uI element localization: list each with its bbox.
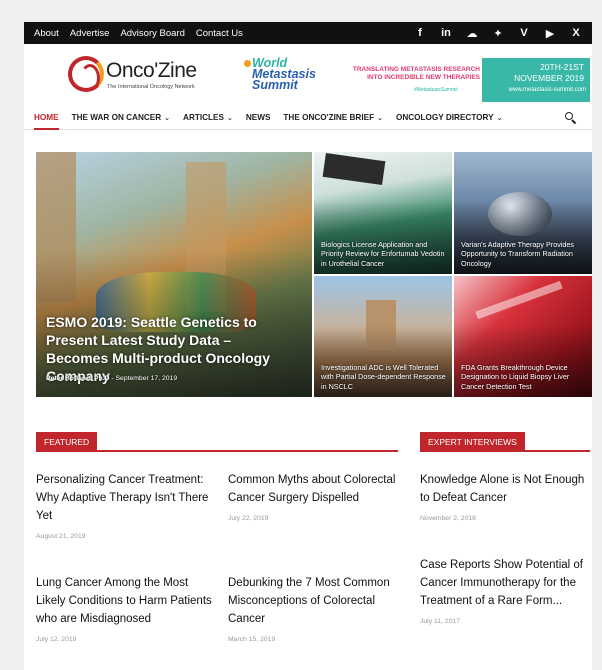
article-date: July 12, 2019 — [36, 636, 77, 643]
nav-item-label: ARTICLES — [183, 113, 224, 122]
article-title[interactable]: Common Myths about Colorectal Cancer Sur… — [228, 471, 404, 507]
nav-item-home[interactable]: HOME — [34, 106, 59, 130]
logo-mark-icon — [68, 56, 104, 92]
site-logo[interactable]: Onco'Zine The International Oncology Net… — [68, 56, 208, 96]
featured-main-date: September 17, 2019 — [115, 375, 178, 382]
nav-item-label: THE ONCO'ZINE BRIEF — [283, 113, 375, 122]
image-tube — [475, 280, 563, 320]
banner-tagline-line-2: INTO INCREDIBLE NEW THERAPIES — [367, 74, 480, 81]
banner-date-line-2: NOVEMBER 2019 — [514, 73, 584, 83]
expert-article-2[interactable]: Case Reports Show Potential of Cancer Im… — [420, 556, 590, 625]
ad-banner[interactable]: World Metastasis Summit TRANSLATING META… — [242, 57, 590, 102]
grid-tile-1-title[interactable]: Biologics License Application and Priori… — [321, 240, 446, 269]
top-link-advertise[interactable]: Advertise — [70, 28, 110, 39]
article-title[interactable]: Personalizing Cancer Treatment: Why Adap… — [36, 471, 216, 525]
page: About Advertise Advisory Board Contact U… — [24, 22, 592, 670]
top-link-advisory-board[interactable]: Advisory Board — [120, 28, 184, 39]
featured-section-header: FEATURED — [36, 432, 398, 452]
main-nav: HOME THE WAR ON CANCER ⌄ ARTICLES ⌄ NEWS T… — [24, 106, 592, 130]
article-title[interactable]: Debunking the 7 Most Common Misconceptio… — [228, 574, 404, 628]
banner-date-box: 20TH-21ST NOVEMBER 2019 www.metastasis-s… — [482, 58, 590, 102]
nav-item-label: ONCOLOGY DIRECTORY — [395, 113, 494, 122]
featured-article-3[interactable]: Lung Cancer Among the Most Likely Condit… — [36, 574, 216, 643]
nav-item-label: HOME — [34, 113, 59, 122]
event-logo-text: World Metastasis Summit — [252, 57, 316, 92]
expert-section-label[interactable]: EXPERT INTERVIEWS — [420, 432, 525, 452]
article-date: March 15, 2019 — [228, 636, 276, 643]
grid-tile-4-title[interactable]: FDA Grants Breakthrough Device Designati… — [461, 363, 586, 392]
top-links: About Advertise Advisory Board Contact U… — [34, 28, 243, 39]
expert-article-1[interactable]: Knowledge Alone is Not Enough to Defeat … — [420, 471, 590, 522]
top-link-about[interactable]: About — [34, 28, 59, 39]
top-link-contact-us[interactable]: Contact Us — [196, 28, 243, 39]
banner-url: www.metastasis-summit.com — [508, 87, 586, 93]
featured-article-1[interactable]: Personalizing Cancer Treatment: Why Adap… — [36, 471, 216, 540]
article-title[interactable]: Case Reports Show Potential of Cancer Im… — [420, 556, 590, 610]
vimeo-icon[interactable]: V — [518, 27, 530, 39]
grid-tile-2[interactable]: Varian's Adaptive Therapy Provides Oppor… — [454, 152, 592, 274]
featured-section-label[interactable]: FEATURED — [36, 432, 98, 452]
twitter-icon[interactable]: ✦ — [492, 27, 504, 40]
site-header: Onco'Zine The International Oncology Net… — [24, 44, 592, 106]
featured-article-2[interactable]: Common Myths about Colorectal Cancer Sur… — [228, 471, 404, 522]
banner-hashtag: #MetastasisSummit — [414, 87, 458, 93]
grid-tile-4[interactable]: FDA Grants Breakthrough Device Designati… — [454, 276, 592, 397]
search-icon-handle — [571, 119, 577, 125]
image-sign — [322, 152, 386, 186]
xing-icon[interactable]: X — [570, 27, 582, 39]
event-logo-dot-icon — [244, 60, 251, 67]
grid-tile-3-title[interactable]: Investigational ADC is Well Tolerated wi… — [321, 363, 446, 392]
chevron-down-icon: ⌄ — [226, 115, 233, 122]
article-title[interactable]: Lung Cancer Among the Most Likely Condit… — [36, 574, 216, 628]
article-date: July 22, 2019 — [228, 515, 269, 522]
grid-tile-3[interactable]: Investigational ADC is Well Tolerated wi… — [314, 276, 452, 397]
featured-grid: ESMO 2019: Seattle Genetics to Present L… — [36, 152, 592, 397]
facebook-icon[interactable]: f — [414, 27, 426, 39]
grid-tile-1[interactable]: Biologics License Application and Priori… — [314, 152, 452, 274]
nav-item-news[interactable]: NEWS — [246, 106, 271, 130]
expert-section-header: EXPERT INTERVIEWS — [420, 432, 590, 452]
top-bar: About Advertise Advisory Board Contact U… — [24, 22, 592, 44]
soundcloud-icon[interactable]: ☁ — [466, 27, 478, 40]
grid-tile-2-title[interactable]: Varian's Adaptive Therapy Provides Oppor… — [461, 240, 586, 269]
nav-items: HOME THE WAR ON CANCER ⌄ ARTICLES ⌄ NEWS T… — [34, 106, 502, 130]
featured-main-meta: Peter Hofland, Ph.D - September 17, 2019 — [46, 375, 177, 382]
article-date: July 11, 2017 — [420, 618, 460, 625]
search-icon[interactable] — [565, 112, 577, 125]
nav-item-label: NEWS — [245, 113, 271, 122]
chevron-down-icon: ⌄ — [377, 115, 383, 122]
banner-tagline: TRANSLATING METASTASIS RESEARCH INTO INC… — [328, 66, 480, 82]
article-date: November 2, 2018 — [420, 515, 476, 522]
banner-tagline-line-1: TRANSLATING METASTASIS RESEARCH — [352, 66, 480, 73]
youtube-icon[interactable]: ▶ — [544, 27, 556, 40]
linkedin-icon[interactable]: in — [440, 27, 452, 39]
event-line-3: Summit — [252, 78, 298, 92]
nav-item-label: THE WAR ON CANCER — [71, 113, 162, 122]
nav-item-war-on-cancer[interactable]: THE WAR ON CANCER ⌄ — [72, 106, 170, 130]
nav-item-articles[interactable]: ARTICLES ⌄ — [183, 106, 233, 130]
banner-date-line-1: 20TH-21ST — [540, 62, 584, 72]
nav-item-oncology-directory[interactable]: ONCOLOGY DIRECTORY ⌄ — [396, 106, 503, 130]
article-date: August 21, 2019 — [36, 533, 86, 540]
social-links: f in ☁ ✦ V ▶ X — [414, 27, 582, 40]
logo-tagline: The International Oncology Network — [107, 84, 195, 90]
nav-item-oncozine-brief[interactable]: THE ONCO'ZINE BRIEF ⌄ — [283, 106, 383, 130]
logo-name: Onco'Zine — [106, 59, 197, 82]
featured-main-author[interactable]: Peter Hofland, Ph.D — [46, 375, 109, 382]
event-logo: World Metastasis Summit — [242, 57, 322, 102]
article-title[interactable]: Knowledge Alone is Not Enough to Defeat … — [420, 471, 590, 507]
featured-main-tile[interactable]: ESMO 2019: Seattle Genetics to Present L… — [36, 152, 312, 397]
chevron-down-icon: ⌄ — [164, 115, 171, 122]
chevron-down-icon: ⌄ — [496, 115, 503, 122]
featured-article-4[interactable]: Debunking the 7 Most Common Misconceptio… — [228, 574, 404, 643]
